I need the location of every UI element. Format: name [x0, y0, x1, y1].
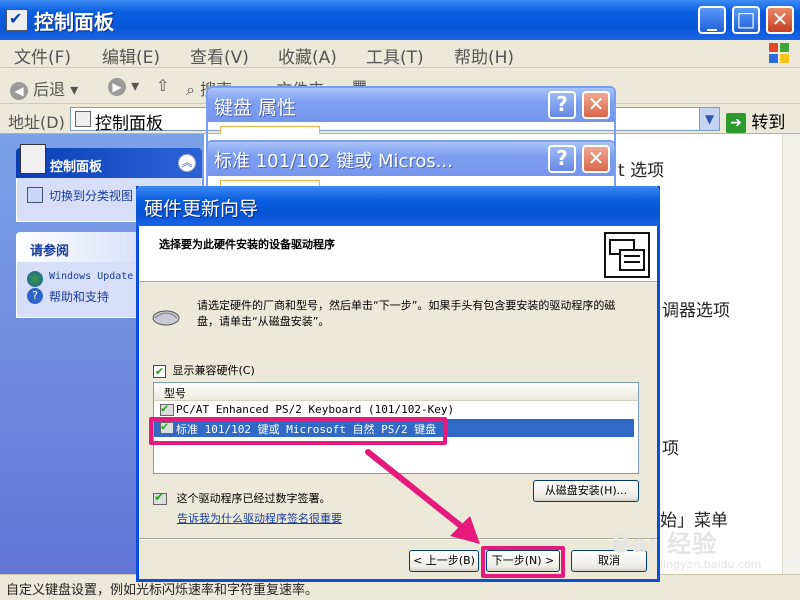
- keyboard-mouse-icon: [151, 304, 181, 328]
- driver-signing-link[interactable]: 告诉我为什么驱动程序签名很重要: [177, 510, 342, 526]
- model-column-header[interactable]: 型号: [154, 383, 638, 401]
- address-value: 控制面板: [95, 114, 163, 134]
- menu-edit[interactable]: 编辑(E): [102, 43, 160, 68]
- menu-favorites[interactable]: 收藏(A): [278, 43, 337, 68]
- menu-view[interactable]: 查看(V): [190, 43, 249, 68]
- forward-button[interactable]: ▶ ▾: [108, 76, 139, 96]
- maximize-button[interactable]: □: [732, 6, 760, 34]
- wizard-separator: [139, 538, 657, 540]
- switch-view-icon: [27, 187, 43, 203]
- baidu-watermark-url: jingyan.baidu.com: [660, 558, 762, 571]
- tab-stub[interactable]: [220, 126, 320, 134]
- window-titlebar[interactable]: 控制面板 _ □ ✕: [0, 0, 800, 40]
- back-button[interactable]: ◀ 后退 ▾: [10, 76, 78, 100]
- selection-highlight-annotation: [149, 417, 447, 445]
- up-folder-icon[interactable]: ⇧: [156, 76, 169, 95]
- item-fragment-2[interactable]: 调器选项: [662, 296, 730, 321]
- back-button[interactable]: < 上一步(B): [409, 550, 479, 572]
- back-arrow-icon: ◀: [10, 81, 28, 100]
- control-panel-section-header[interactable]: 控制面板 ︽: [16, 144, 202, 178]
- hardware-icon: [604, 232, 650, 278]
- signed-driver-icon: [160, 401, 174, 416]
- minimize-button[interactable]: _: [698, 6, 726, 34]
- dialog-close-button[interactable]: ✕: [582, 145, 610, 173]
- have-disk-button[interactable]: 从磁盘安装(H)...: [533, 480, 639, 502]
- vertical-scrollbar[interactable]: [782, 134, 800, 574]
- item-fragment-3[interactable]: 项: [662, 434, 679, 459]
- wizard-header: 选择要为此硬件安装的设备驱动程序: [139, 226, 657, 282]
- next-highlight-annotation: [481, 546, 565, 578]
- control-panel-icon: [6, 9, 28, 31]
- address-dropdown-icon[interactable]: ▼: [699, 108, 719, 130]
- menu-tools[interactable]: 工具(T): [366, 43, 424, 68]
- menu-file[interactable]: 文件(F): [14, 43, 71, 68]
- help-button[interactable]: ?: [548, 91, 576, 119]
- device-properties-titlebar[interactable]: 标准 101/102 键或 Micros... ? ✕: [208, 142, 614, 176]
- help-icon: ?: [27, 288, 43, 304]
- hardware-update-wizard: 硬件更新向导 选择要为此硬件安装的设备驱动程序 请选定硬件的厂商和型号，然后单击…: [136, 186, 660, 582]
- close-button[interactable]: ✕: [766, 6, 794, 34]
- menu-help[interactable]: 帮助(H): [454, 43, 514, 68]
- go-button[interactable]: ➜ 转到: [726, 108, 785, 133]
- collapse-chevron-icon[interactable]: ︽: [178, 154, 196, 172]
- help-button[interactable]: ?: [548, 145, 576, 173]
- go-arrow-icon: ➜: [726, 113, 746, 133]
- search-icon: ⌕: [186, 80, 195, 99]
- show-compatible-checkbox[interactable]: ✔ 显示兼容硬件(C): [153, 362, 255, 378]
- wizard-title: 硬件更新向导: [144, 198, 259, 220]
- windows-logo-icon: [768, 42, 790, 64]
- signed-driver-row: 这个驱动程序已经过数字签署。: [153, 490, 331, 506]
- forward-arrow-icon: ▶: [108, 77, 126, 96]
- checkbox-checked-icon: ✔: [153, 364, 166, 378]
- menu-bar: 文件(F) 编辑(E) 查看(V) 收藏(A) 工具(T) 帮助(H): [0, 40, 800, 68]
- wizard-heading: 选择要为此硬件安装的设备驱动程序: [159, 238, 335, 251]
- window-title: 控制面板: [34, 10, 114, 34]
- keyboard-properties-titlebar[interactable]: 键盘 属性 ? ✕: [208, 88, 614, 122]
- item-fragment-1[interactable]: t 选项: [618, 156, 664, 181]
- control-panel-large-icon: [20, 144, 46, 174]
- dialog-close-button[interactable]: ✕: [582, 91, 610, 119]
- address-label: 地址(D): [8, 113, 65, 132]
- control-panel-small-icon: [75, 111, 91, 127]
- wizard-titlebar[interactable]: 硬件更新向导: [136, 186, 660, 226]
- wizard-instruction: 请选定硬件的厂商和型号，然后单击“下一步”。如果手头有包含要安装的驱动程序的磁盘…: [197, 299, 616, 328]
- baidu-watermark: Bai 经验: [612, 530, 718, 558]
- signed-driver-icon: [153, 490, 167, 505]
